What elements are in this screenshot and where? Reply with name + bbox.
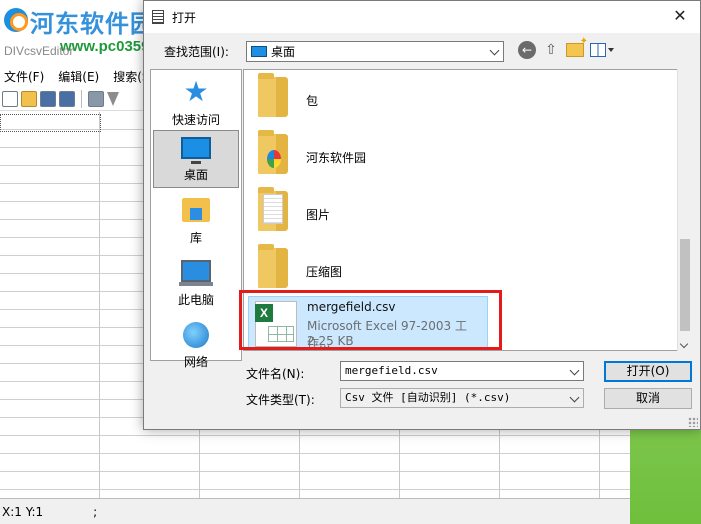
- quick-access-star-icon: ★: [183, 75, 209, 108]
- save-all-icon[interactable]: [59, 90, 75, 107]
- new-file-icon[interactable]: [2, 90, 18, 107]
- place-library[interactable]: 库: [153, 192, 239, 250]
- place-label: 桌面: [183, 168, 208, 182]
- dialog-title: 打开: [172, 11, 197, 25]
- library-icon: [182, 198, 210, 222]
- scroll-down-arrow-icon[interactable]: [679, 339, 689, 349]
- list-item-folder[interactable]: 压缩图: [254, 244, 484, 299]
- list-item-selected-file[interactable]: X mergefield.csv Microsoft Excel 97-2003…: [248, 296, 488, 350]
- view-menu-button[interactable]: [590, 43, 614, 57]
- caret-down-icon: [608, 48, 614, 52]
- place-quick-access[interactable]: ★ 快速访问: [153, 74, 239, 132]
- sheet-grid-icon: [268, 326, 294, 342]
- file-type-dropdown[interactable]: Csv 文件 [自动识别] (*.csv): [340, 388, 584, 408]
- editor-title: DIVcsvEditor: [4, 44, 74, 58]
- file-name-value: mergefield.csv: [345, 364, 438, 377]
- desktop-icon: [181, 137, 211, 164]
- folder-icon: [258, 187, 288, 231]
- file-size: 2.25 KB: [307, 334, 354, 348]
- folder-icon: [258, 73, 288, 117]
- item-name: 河东软件园: [306, 151, 367, 165]
- close-icon[interactable]: ✕: [660, 1, 700, 31]
- file-name-input[interactable]: mergefield.csv: [340, 361, 584, 381]
- filter-icon[interactable]: [107, 91, 119, 106]
- chevron-down-icon: [569, 392, 580, 403]
- delimiter-indicator: ;: [93, 504, 98, 519]
- look-in-value: 桌面: [271, 45, 296, 59]
- up-folder-icon[interactable]: ⇧: [542, 41, 560, 59]
- save-icon[interactable]: [40, 90, 56, 107]
- places-bar: ★ 快速访问 桌面 库 此电脑 网络: [150, 69, 242, 369]
- place-label: 网络: [183, 355, 208, 369]
- item-name: 压缩图: [306, 265, 343, 279]
- item-name: 图片: [306, 208, 331, 222]
- desktop-mini-icon: [251, 46, 267, 57]
- file-type-label: 文件类型(T):: [246, 393, 315, 407]
- list-item-folder[interactable]: 河东软件园: [254, 130, 484, 185]
- list-item-folder[interactable]: 包: [254, 73, 484, 128]
- place-label: 快速访问: [171, 113, 220, 127]
- file-type-value: Csv 文件 [自动识别] (*.csv): [345, 391, 511, 404]
- place-this-pc[interactable]: 此电脑: [153, 254, 239, 312]
- this-pc-icon: [179, 260, 213, 286]
- cursor-position: X:1 Y:1: [2, 504, 44, 519]
- place-desktop[interactable]: 桌面: [153, 130, 239, 188]
- view-grid-icon: [590, 43, 606, 57]
- place-label: 库: [189, 231, 202, 245]
- list-item-folder[interactable]: 图片: [254, 187, 484, 242]
- scrollbar-thumb[interactable]: [680, 239, 690, 331]
- menu-edit[interactable]: 编辑(E): [58, 68, 99, 85]
- app-badge-icon: [267, 150, 281, 168]
- new-folder-icon[interactable]: [566, 36, 588, 57]
- toolbar-separator: [81, 89, 82, 108]
- open-button[interactable]: 打开(O): [604, 361, 692, 382]
- item-name: 包: [306, 94, 319, 108]
- file-name: mergefield.csv: [307, 300, 396, 314]
- back-icon[interactable]: ←: [518, 41, 536, 59]
- editor-statusbar: X:1 Y:1 ;: [0, 498, 630, 524]
- excel-x-icon: X: [255, 304, 273, 322]
- resize-grip-icon[interactable]: [688, 417, 698, 427]
- watermark-text: 河东软件园: [30, 10, 155, 38]
- place-label: 此电脑: [177, 293, 214, 307]
- print-icon[interactable]: [88, 90, 104, 107]
- app-logo-icon: [4, 8, 28, 32]
- cancel-button[interactable]: 取消: [604, 388, 692, 409]
- file-list-scrollbar[interactable]: [677, 69, 692, 351]
- chevron-down-icon: [489, 45, 500, 56]
- file-name-label: 文件名(N):: [246, 367, 305, 381]
- dialog-titlebar: 打开 ✕: [144, 1, 700, 33]
- open-file-dialog: 打开 ✕ 查找范围(I): 桌面 ← ⇧ ★ 快速访问 桌面 库 此电脑: [143, 0, 701, 430]
- network-icon: [183, 322, 209, 348]
- chevron-down-icon: [569, 365, 580, 376]
- look-in-label: 查找范围(I):: [164, 45, 229, 59]
- open-folder-icon[interactable]: [21, 90, 37, 107]
- look-in-dropdown[interactable]: 桌面: [246, 41, 504, 62]
- file-list[interactable]: 包 河东软件园 图片 压缩图 X mergefield.csv Microsof…: [243, 69, 691, 351]
- excel-csv-file-icon: X: [255, 301, 297, 347]
- navigation-toolbar: ← ⇧: [518, 36, 614, 59]
- folder-icon: [258, 244, 288, 288]
- menu-file[interactable]: 文件(F): [4, 68, 44, 85]
- place-network[interactable]: 网络: [153, 316, 239, 374]
- folder-icon: [258, 130, 288, 174]
- dialog-title-icon: [152, 10, 164, 24]
